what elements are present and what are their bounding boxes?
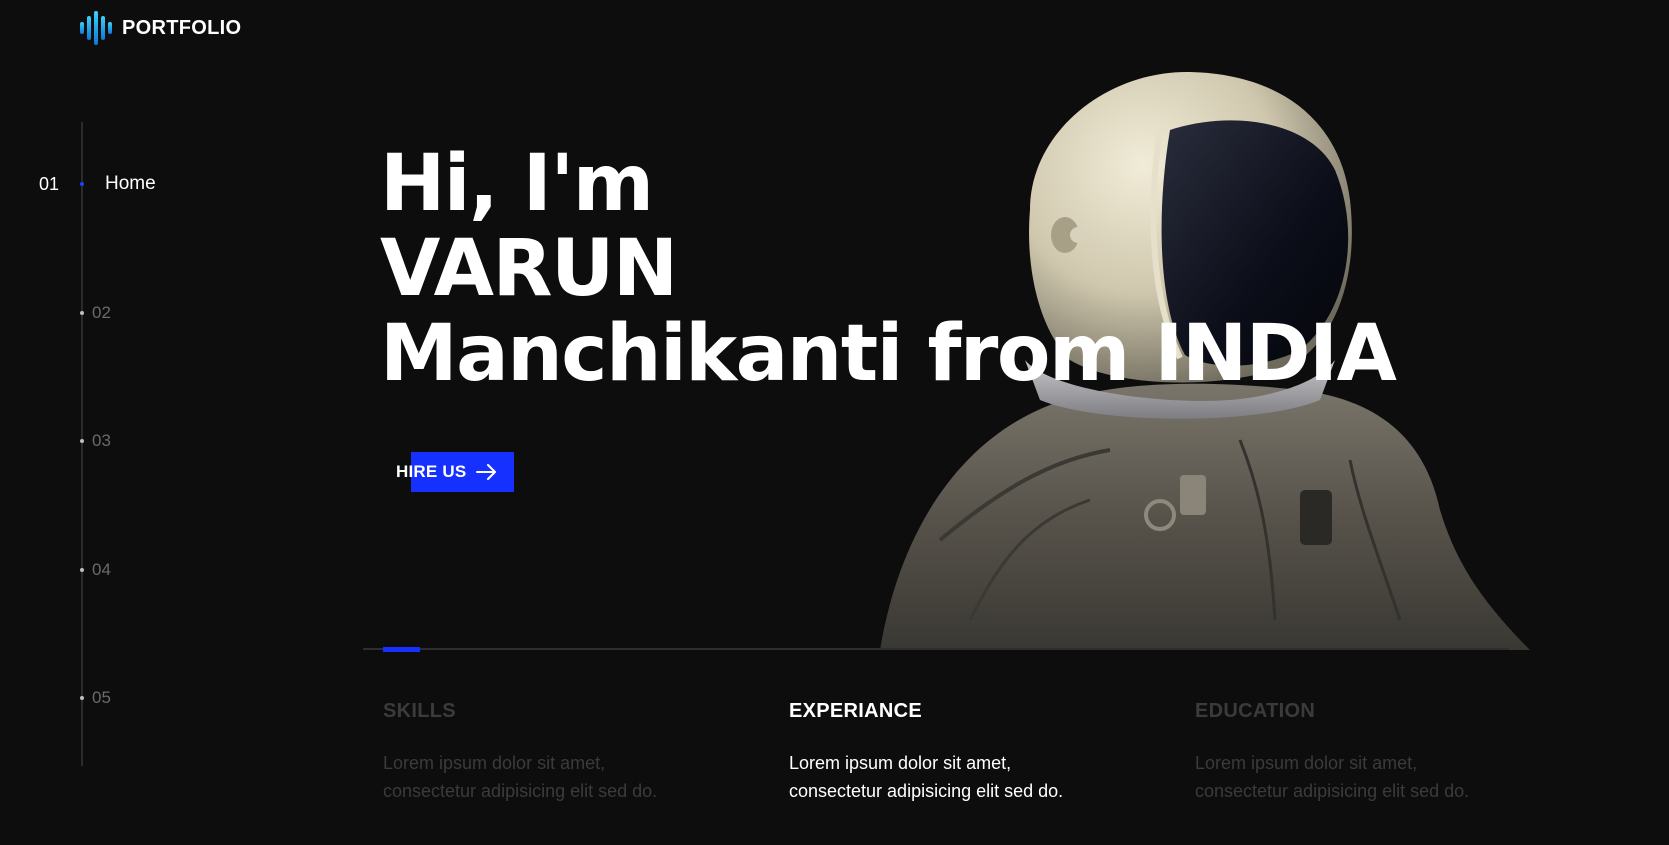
hero-heading-line-3: Manchikanti from INDIA	[380, 309, 1397, 399]
nav-track-line	[81, 122, 83, 766]
feature-title: EDUCATION	[1195, 700, 1316, 722]
feature-text-line: Lorem ipsum dolor sit amet,	[383, 753, 606, 773]
nav-item-label: Home	[105, 173, 156, 194]
nav-item-number: 04	[92, 560, 111, 579]
nav-item-number: 02	[92, 303, 111, 322]
hire-us-button[interactable]: HIRE US	[396, 452, 514, 492]
feature-text-line: Lorem ipsum dolor sit amet,	[1195, 753, 1418, 773]
feature-columns: SKILLS Lorem ipsum dolor sit amet, conse…	[383, 700, 1583, 820]
nav-dot	[80, 696, 84, 700]
side-navigation: 01 Home 02 03 04 05	[0, 122, 300, 766]
hero-heading-line-1: Hi, I'm	[380, 139, 654, 229]
nav-dot	[80, 311, 84, 315]
feature-skills[interactable]: SKILLS Lorem ipsum dolor sit amet, conse…	[383, 700, 743, 805]
feature-text: Lorem ipsum dolor sit amet, consectetur …	[789, 749, 1149, 805]
divider-active-indicator	[383, 647, 420, 652]
nav-dot	[80, 182, 84, 186]
nav-item-number: 05	[92, 688, 111, 707]
feature-title: SKILLS	[383, 700, 456, 722]
feature-text-line: consectetur adipisicing elit sed do.	[789, 781, 1064, 801]
feature-text-line: Lorem ipsum dolor sit amet,	[789, 753, 1012, 773]
hero-heading: Hi, I'm VARUN Manchikanti from INDIA	[380, 139, 1397, 399]
nav-item-number: 01	[39, 173, 60, 194]
feature-text: Lorem ipsum dolor sit amet, consectetur …	[383, 749, 743, 805]
feature-text-line: consectetur adipisicing elit sed do.	[383, 781, 658, 801]
portfolio-page: PORTFOLIO 01 Home 02 03 04 05 Hi, I'm VA…	[0, 0, 1669, 845]
brand-logo[interactable]: PORTFOLIO	[80, 10, 241, 46]
nav-dot	[80, 568, 84, 572]
hero-heading-line-2: VARUN	[380, 224, 678, 314]
feature-text: Lorem ipsum dolor sit amet, consectetur …	[1195, 749, 1555, 805]
feature-title: EXPERIANCE	[789, 700, 923, 722]
nav-item-number: 03	[92, 431, 111, 450]
sound-wave-logo-icon	[80, 10, 112, 46]
hire-us-label: HIRE US	[396, 462, 467, 481]
section-divider	[363, 648, 1509, 650]
arrow-right-icon	[476, 464, 497, 480]
feature-text-line: consectetur adipisicing elit sed do.	[1195, 781, 1470, 801]
brand-name: PORTFOLIO	[122, 16, 242, 39]
feature-education[interactable]: EDUCATION Lorem ipsum dolor sit amet, co…	[1195, 700, 1555, 805]
feature-experiance[interactable]: EXPERIANCE Lorem ipsum dolor sit amet, c…	[789, 700, 1149, 805]
nav-dot	[80, 439, 84, 443]
